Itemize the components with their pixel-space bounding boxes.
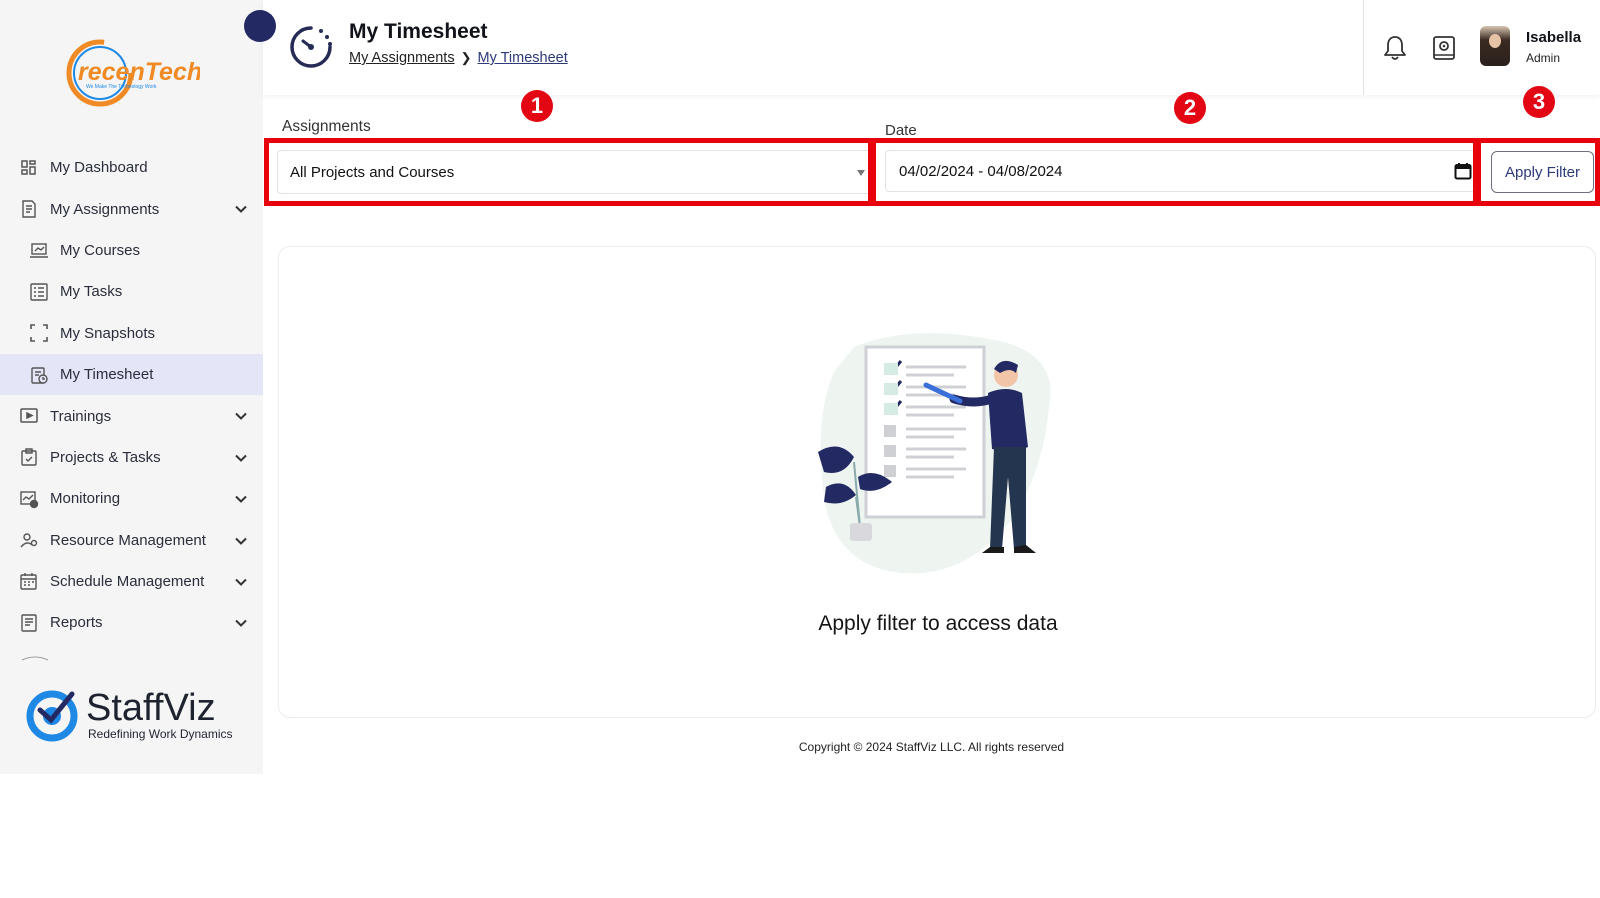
scroll-hint-icon [21,656,49,661]
sidebar-item-schedule-management[interactable]: Schedule Management [0,561,263,602]
courses-icon [28,239,50,261]
empty-state-illustration [818,333,1051,574]
assignments-select[interactable]: All Projects and Courses [277,150,872,194]
user-avatar[interactable] [1480,26,1510,66]
header-divider [1363,0,1364,95]
sidebar-item-my-courses[interactable]: My Courses [0,230,263,271]
company-logo-text: recenTech [78,58,200,86]
breadcrumb-my-assignments[interactable]: My Assignments [349,50,455,66]
sidebar-toggle-button[interactable] [244,10,276,42]
projects-icon [18,446,40,468]
tasks-icon [28,281,50,303]
sidebar: recenTech We Make The Technology Work My… [0,0,263,774]
chevron-down-icon[interactable] [233,533,249,549]
sidebar-item-projects-and-tasks[interactable]: Projects & Tasks [0,437,263,478]
sidebar-nav: My Dashboard My Assignments My Courses My T… [0,147,263,644]
sidebar-item-label: My Assignments [50,200,160,218]
dashboard-icon [18,157,40,179]
annotation-badge-2: 2 [1174,92,1206,124]
breadcrumb-separator-icon: ❯ [460,50,472,65]
breadcrumb: My Assignments ❯ My Timesheet [349,50,568,66]
sidebar-item-reports[interactable]: Reports [0,602,263,643]
assignments-label: Assignments [282,118,371,135]
sidebar-item-label: My Snapshots [60,324,156,342]
sidebar-item-label: Projects & Tasks [50,448,161,466]
sidebar-item-label: Reports [50,614,103,632]
sidebar-item-label: My Timesheet [60,366,154,384]
monitoring-icon [18,488,40,510]
chevron-down-icon[interactable] [233,574,249,590]
date-range-value: 04/02/2024 - 04/08/2024 [899,162,1063,180]
user-name[interactable]: Isabella [1526,29,1581,46]
assignments-selected-value: All Projects and Courses [290,163,455,181]
assignments-icon [18,198,40,220]
sidebar-item-trainings[interactable]: Trainings [0,395,263,436]
page-title: My Timesheet [349,20,488,43]
sidebar-item-resource-management[interactable]: Resource Management [0,520,263,561]
annotation-badge-3: 3 [1523,86,1555,118]
sidebar-item-label: Monitoring [50,490,121,508]
sidebar-item-my-tasks[interactable]: My Tasks [0,271,263,312]
sidebar-item-my-snapshots[interactable]: My Snapshots [0,313,263,354]
footer-copyright: Copyright © 2024 StaffViz LLC. All right… [798,740,1065,754]
chevron-down-icon[interactable] [233,408,249,424]
schedule-icon [18,571,40,593]
notification-bell-icon[interactable] [1382,34,1408,62]
sidebar-item-my-assignments[interactable]: My Assignments [0,188,263,229]
timesheet-clock-icon [290,26,332,68]
sidebar-item-monitoring[interactable]: Monitoring [0,478,263,519]
user-role: Admin [1526,51,1561,65]
sidebar-item-my-dashboard[interactable]: My Dashboard [0,147,263,188]
annotation-badge-1: 1 [521,90,553,122]
product-name: StaffViz [86,687,216,729]
date-range-input[interactable]: 04/02/2024 - 04/08/2024 [885,150,1479,192]
staffviz-logo: StaffViz Redefining Work Dynamics [26,687,233,742]
sidebar-item-label: Schedule Management [50,573,205,591]
apply-filter-button[interactable]: Apply Filter [1491,151,1594,193]
sidebar-item-label: Resource Management [50,531,206,549]
resource-icon [18,529,40,551]
empty-state-message: Apply filter to access data [818,612,1058,635]
breadcrumb-my-timesheet[interactable]: My Timesheet [477,50,567,66]
chevron-down-icon[interactable] [233,615,249,631]
chevron-down-icon [857,170,865,176]
date-label: Date [885,122,917,139]
help-book-icon[interactable] [1432,35,1456,61]
sidebar-item-my-timesheet[interactable]: My Timesheet [0,353,263,396]
chevron-down-icon[interactable] [233,450,249,466]
recentech-logo: recenTech We Make The Technology Work [66,39,200,107]
timesheet-icon [28,364,50,386]
trainings-icon [18,405,40,427]
top-header: My Timesheet My Assignments ❯ My Timeshe… [263,0,1600,95]
timesheet-content-card: Apply filter to access data [278,246,1596,718]
chevron-down-icon[interactable] [233,201,249,217]
sidebar-item-label: My Tasks [60,283,123,301]
calendar-icon[interactable] [1454,162,1472,180]
company-tagline: We Make The Technology Work [86,84,157,90]
sidebar-item-label: My Dashboard [50,159,148,177]
chevron-down-icon[interactable] [233,491,249,507]
reports-icon [18,612,40,634]
product-tagline: Redefining Work Dynamics [88,727,233,741]
sidebar-item-label: Trainings [50,407,112,425]
snapshots-icon [28,322,50,344]
sidebar-item-label: My Courses [60,241,141,259]
